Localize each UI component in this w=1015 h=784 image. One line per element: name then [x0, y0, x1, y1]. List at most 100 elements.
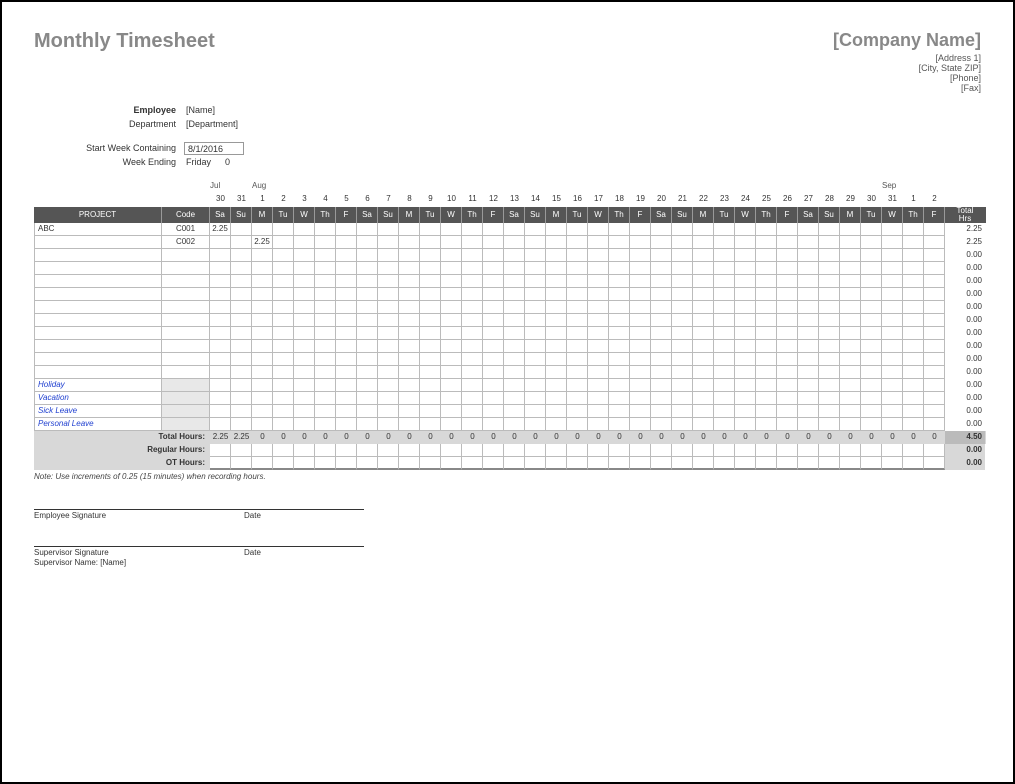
hour-cell[interactable]: [714, 314, 735, 327]
sum-cell[interactable]: [441, 444, 462, 457]
hour-cell[interactable]: [315, 353, 336, 366]
hour-cell[interactable]: [588, 314, 609, 327]
hour-cell[interactable]: [294, 405, 315, 418]
hour-cell[interactable]: [315, 366, 336, 379]
hour-cell[interactable]: [609, 249, 630, 262]
hour-cell[interactable]: [714, 288, 735, 301]
code-cell[interactable]: [162, 288, 210, 301]
hour-cell[interactable]: [504, 379, 525, 392]
hour-cell[interactable]: [714, 275, 735, 288]
hour-cell[interactable]: [294, 236, 315, 249]
hour-cell[interactable]: [231, 405, 252, 418]
sum-cell[interactable]: [651, 444, 672, 457]
hour-cell[interactable]: [861, 366, 882, 379]
sum-cell[interactable]: [861, 444, 882, 457]
hour-cell[interactable]: [630, 327, 651, 340]
sum-cell[interactable]: [420, 444, 441, 457]
hour-cell[interactable]: [714, 249, 735, 262]
hour-cell[interactable]: [609, 288, 630, 301]
hour-cell[interactable]: [630, 366, 651, 379]
hour-cell[interactable]: [294, 366, 315, 379]
hour-cell[interactable]: [819, 418, 840, 431]
hour-cell[interactable]: [672, 249, 693, 262]
hour-cell[interactable]: [924, 288, 945, 301]
hour-cell[interactable]: [231, 353, 252, 366]
project-cell[interactable]: [34, 275, 162, 288]
hour-cell[interactable]: [714, 327, 735, 340]
hour-cell[interactable]: [483, 392, 504, 405]
hour-cell[interactable]: [609, 379, 630, 392]
hour-cell[interactable]: [630, 392, 651, 405]
hour-cell[interactable]: [777, 418, 798, 431]
hour-cell[interactable]: [714, 340, 735, 353]
hour-cell[interactable]: [609, 418, 630, 431]
hour-cell[interactable]: [399, 262, 420, 275]
sum-cell[interactable]: [315, 457, 336, 470]
hour-cell[interactable]: [315, 249, 336, 262]
hour-cell[interactable]: [588, 249, 609, 262]
hour-cell[interactable]: [504, 418, 525, 431]
sum-cell[interactable]: [252, 444, 273, 457]
hour-cell[interactable]: [336, 288, 357, 301]
hour-cell[interactable]: [336, 275, 357, 288]
code-cell[interactable]: [162, 314, 210, 327]
hour-cell[interactable]: [399, 327, 420, 340]
hour-cell[interactable]: [210, 275, 231, 288]
hour-cell[interactable]: [840, 223, 861, 236]
hour-cell[interactable]: [357, 340, 378, 353]
hour-cell[interactable]: [861, 223, 882, 236]
hour-cell[interactable]: [399, 418, 420, 431]
hour-cell[interactable]: [819, 262, 840, 275]
sum-cell[interactable]: [441, 457, 462, 470]
sum-cell[interactable]: [714, 457, 735, 470]
hour-cell[interactable]: [441, 405, 462, 418]
hour-cell[interactable]: [651, 249, 672, 262]
hour-cell[interactable]: [588, 301, 609, 314]
sum-cell[interactable]: [525, 457, 546, 470]
hour-cell[interactable]: [336, 340, 357, 353]
hour-cell[interactable]: [882, 418, 903, 431]
hour-cell[interactable]: [672, 327, 693, 340]
hour-cell[interactable]: [378, 327, 399, 340]
hour-cell[interactable]: [588, 262, 609, 275]
hour-cell[interactable]: [336, 353, 357, 366]
hour-cell[interactable]: [441, 288, 462, 301]
hour-cell[interactable]: [546, 262, 567, 275]
hour-cell[interactable]: [567, 379, 588, 392]
hour-cell[interactable]: [588, 418, 609, 431]
hour-cell[interactable]: [798, 418, 819, 431]
hour-cell[interactable]: [273, 301, 294, 314]
hour-cell[interactable]: [525, 275, 546, 288]
supervisor-name-value[interactable]: [Name]: [100, 558, 126, 567]
hour-cell[interactable]: [735, 275, 756, 288]
hour-cell[interactable]: [546, 392, 567, 405]
sum-cell[interactable]: [567, 444, 588, 457]
hour-cell[interactable]: [630, 379, 651, 392]
hour-cell[interactable]: [714, 379, 735, 392]
hour-cell[interactable]: [924, 405, 945, 418]
hour-cell[interactable]: [882, 249, 903, 262]
hour-cell[interactable]: [294, 275, 315, 288]
project-cell[interactable]: [34, 236, 162, 249]
hour-cell[interactable]: [630, 418, 651, 431]
hour-cell[interactable]: [378, 353, 399, 366]
hour-cell[interactable]: [693, 405, 714, 418]
hour-cell[interactable]: [525, 301, 546, 314]
hour-cell[interactable]: [882, 379, 903, 392]
sum-cell[interactable]: [273, 444, 294, 457]
hour-cell[interactable]: [399, 340, 420, 353]
hour-cell[interactable]: [630, 301, 651, 314]
hour-cell[interactable]: [462, 223, 483, 236]
hour-cell[interactable]: [420, 236, 441, 249]
hour-cell[interactable]: [336, 301, 357, 314]
hour-cell[interactable]: [861, 249, 882, 262]
hour-cell[interactable]: [483, 340, 504, 353]
hour-cell[interactable]: [756, 379, 777, 392]
hour-cell[interactable]: [336, 223, 357, 236]
code-cell[interactable]: [162, 340, 210, 353]
hour-cell[interactable]: [924, 379, 945, 392]
hour-cell[interactable]: [462, 340, 483, 353]
sum-cell[interactable]: [336, 457, 357, 470]
hour-cell[interactable]: [252, 301, 273, 314]
hour-cell[interactable]: [210, 418, 231, 431]
